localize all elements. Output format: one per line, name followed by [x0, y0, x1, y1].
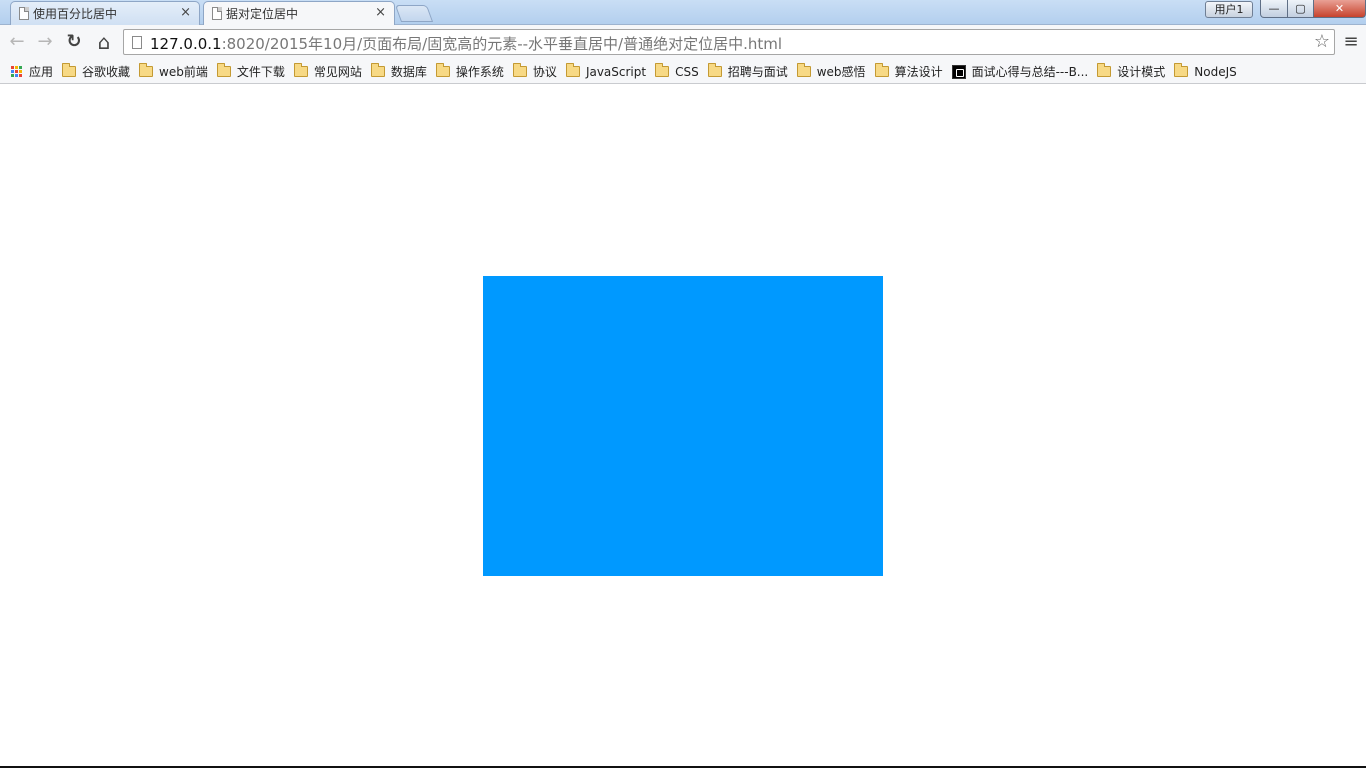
- url-host: 127.0.0.1: [150, 35, 222, 53]
- browser-toolbar: ← → ↻ ⌂ 127.0.0.1:8020/2015年10月/页面布局/固宽高…: [0, 25, 1366, 60]
- page-icon: [132, 36, 142, 49]
- bookmark-label: CSS: [675, 64, 699, 79]
- bookmark-label: 谷歌收藏: [82, 65, 131, 79]
- home-icon[interactable]: ⌂: [92, 31, 116, 53]
- menu-icon[interactable]: ≡: [1341, 31, 1361, 53]
- bookmark-item[interactable]: 招聘与面试: [704, 62, 793, 82]
- minimize-button[interactable]: —: [1260, 0, 1288, 18]
- url-path: :8020/2015年10月/页面布局/固宽高的元素--水平垂直居中/普通绝对定…: [221, 35, 783, 53]
- folder-icon: [370, 63, 385, 77]
- bookmark-label: 面试心得与总结---B...: [971, 65, 1089, 79]
- tab-label: 使用百分比居中: [33, 7, 118, 21]
- tab-label: 据对定位居中: [226, 7, 299, 21]
- tab-absolute-center[interactable]: 据对定位居中 ×: [203, 1, 395, 25]
- bookmark-label: 算法设计: [894, 65, 943, 79]
- bookmark-item[interactable]: 设计模式: [1093, 62, 1170, 82]
- bookmark-label: 协议: [532, 65, 557, 79]
- title-bar: 使用百分比居中 × 据对定位居中 × 用户1 — ▢ ✕: [0, 0, 1366, 25]
- bookmark-label: JavaScript: [585, 64, 647, 79]
- bookmark-item[interactable]: 应用: [7, 62, 58, 82]
- bookmark-item[interactable]: CSS: [651, 62, 704, 82]
- bookmark-label: 操作系统: [455, 65, 504, 79]
- bookmark-item[interactable]: 算法设计: [871, 62, 948, 82]
- bookmark-item[interactable]: 协议: [509, 62, 562, 82]
- apps-icon: [11, 65, 23, 78]
- bookmark-label: web感悟: [816, 65, 866, 79]
- bookmark-item[interactable]: 面试心得与总结---B...: [948, 62, 1094, 82]
- reload-icon[interactable]: ↻: [62, 31, 86, 53]
- folder-icon: [293, 63, 308, 77]
- bookmark-label: 设计模式: [1117, 65, 1166, 79]
- maximize-button[interactable]: ▢: [1287, 0, 1314, 18]
- page-icon: [19, 7, 29, 20]
- bookmark-item[interactable]: web前端: [135, 62, 213, 82]
- bookmark-item[interactable]: 操作系统: [432, 62, 509, 82]
- bookmark-label: 文件下载: [236, 65, 285, 79]
- url-text[interactable]: 127.0.0.1:8020/2015年10月/页面布局/固宽高的元素--水平垂…: [150, 33, 782, 54]
- folder-icon: [874, 63, 889, 77]
- folder-icon: [1174, 63, 1189, 77]
- back-icon[interactable]: ←: [5, 31, 29, 53]
- bookmark-label: 数据库: [390, 65, 427, 79]
- bookmark-item[interactable]: 常见网站: [290, 62, 367, 82]
- bookmark-item[interactable]: 数据库: [367, 62, 432, 82]
- bookmark-label: 招聘与面试: [727, 65, 788, 79]
- centered-blue-box: [483, 276, 883, 576]
- page-icon: [212, 7, 222, 20]
- folder-icon: [139, 63, 154, 77]
- bookmark-star-icon[interactable]: ☆: [1314, 31, 1330, 52]
- bookmark-label: 常见网站: [313, 65, 362, 79]
- tab-close-icon[interactable]: ×: [375, 6, 386, 20]
- folder-icon: [1097, 63, 1112, 77]
- tab-percent-center[interactable]: 使用百分比居中 ×: [10, 1, 200, 25]
- bookmark-item[interactable]: NodeJS: [1170, 62, 1241, 82]
- address-bar[interactable]: 127.0.0.1:8020/2015年10月/页面布局/固宽高的元素--水平垂…: [123, 29, 1335, 55]
- folder-icon: [655, 63, 670, 77]
- folder-icon: [216, 63, 231, 77]
- bookmark-label: NodeJS: [1194, 64, 1237, 79]
- folder-icon: [435, 63, 450, 77]
- page-viewport: [0, 85, 1366, 766]
- bookmark-label: 应用: [29, 65, 54, 79]
- tab-close-icon[interactable]: ×: [180, 6, 191, 20]
- bookmark-item[interactable]: 谷歌收藏: [58, 62, 135, 82]
- bookmark-item[interactable]: JavaScript: [562, 62, 651, 82]
- forward-icon[interactable]: →: [33, 31, 57, 53]
- folder-icon: [565, 63, 580, 77]
- close-window-button[interactable]: ✕: [1313, 0, 1366, 18]
- folder-icon: [512, 63, 527, 77]
- site-icon: [951, 64, 966, 79]
- bookmarks-bar: 应用 谷歌收藏 web前端 文件下载 常见网站 数据库 操作系统 协议 JavaScript CS…: [0, 60, 1366, 84]
- folder-icon: [707, 63, 722, 77]
- new-tab-button[interactable]: [394, 5, 434, 22]
- bookmark-label: web前端: [159, 65, 208, 79]
- folder-icon: [796, 63, 811, 77]
- bookmark-item[interactable]: web感悟: [793, 62, 871, 82]
- user-profile-button[interactable]: 用户1: [1205, 1, 1253, 18]
- bookmark-item[interactable]: 文件下载: [213, 62, 290, 82]
- folder-icon: [62, 63, 77, 77]
